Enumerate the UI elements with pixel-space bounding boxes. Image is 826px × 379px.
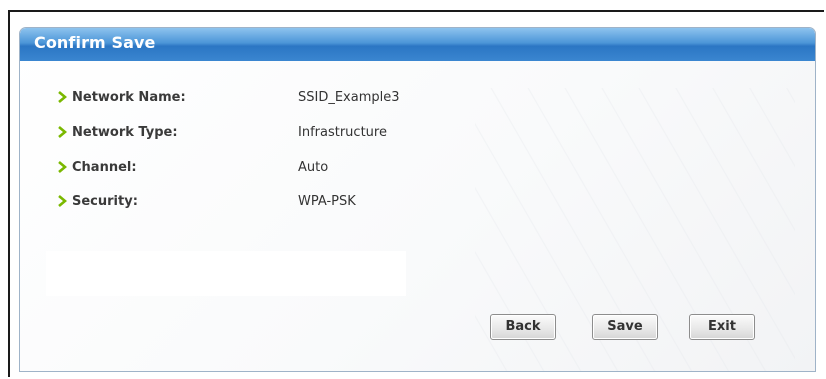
field-row-network-type: Network Type: Infrastructure [58, 122, 387, 142]
network-type-label: Network Type: [72, 124, 178, 140]
back-button[interactable]: Back [490, 314, 556, 340]
chevron-right-icon [58, 126, 67, 138]
channel-label: Channel: [72, 159, 137, 175]
security-label: Security: [72, 193, 138, 209]
chevron-right-icon [58, 195, 67, 207]
dialog-title: Confirm Save [34, 33, 156, 52]
field-row-security: Security: WPA-PSK [58, 191, 356, 211]
confirm-save-panel: Confirm Save Network Name: SSID_Example3… [19, 27, 816, 372]
network-name-value: SSID_Example3 [298, 89, 400, 105]
exit-button[interactable]: Exit [689, 314, 755, 340]
network-type-value: Infrastructure [298, 124, 387, 140]
chevron-right-icon [58, 91, 67, 103]
network-name-label: Network Name: [72, 89, 186, 105]
channel-value: Auto [298, 159, 329, 175]
save-button[interactable]: Save [592, 314, 658, 340]
field-row-channel: Channel: Auto [58, 157, 328, 177]
blank-area [46, 251, 406, 296]
security-value: WPA-PSK [298, 193, 356, 209]
field-row-network-name: Network Name: SSID_Example3 [58, 87, 400, 107]
chevron-right-icon [58, 161, 67, 173]
title-bar: Confirm Save [20, 28, 815, 61]
